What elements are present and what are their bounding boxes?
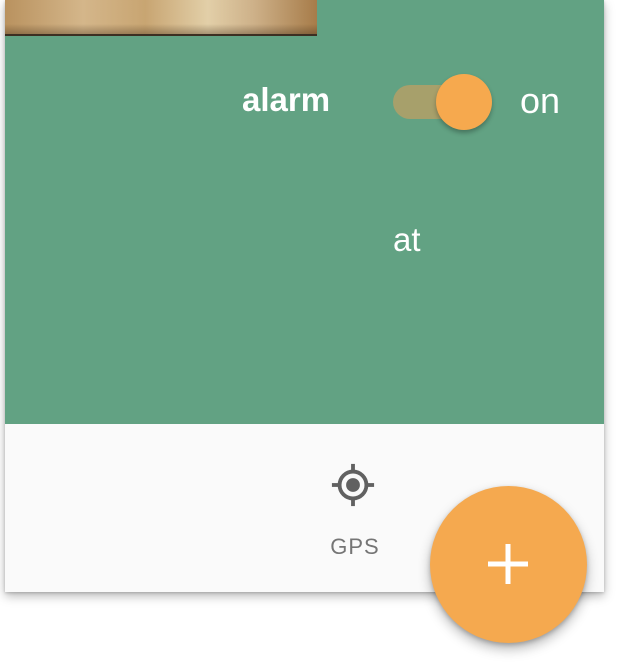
alarm-toggle[interactable] — [390, 72, 500, 132]
gps-label: GPS — [330, 534, 380, 559]
alarm-settings-panel: alarm on at — [5, 0, 604, 424]
gps-button[interactable]: GPS — [316, 456, 394, 566]
add-fab-button[interactable] — [430, 486, 587, 643]
header-photo — [5, 0, 317, 36]
gps-crosshair-icon — [331, 463, 375, 507]
alarm-state-label: on — [520, 80, 561, 121]
plus-icon — [488, 544, 528, 584]
alarm-label: alarm — [242, 81, 331, 118]
alarm-toggle-knob — [436, 74, 492, 130]
alarm-time-at-label: at — [393, 221, 421, 258]
